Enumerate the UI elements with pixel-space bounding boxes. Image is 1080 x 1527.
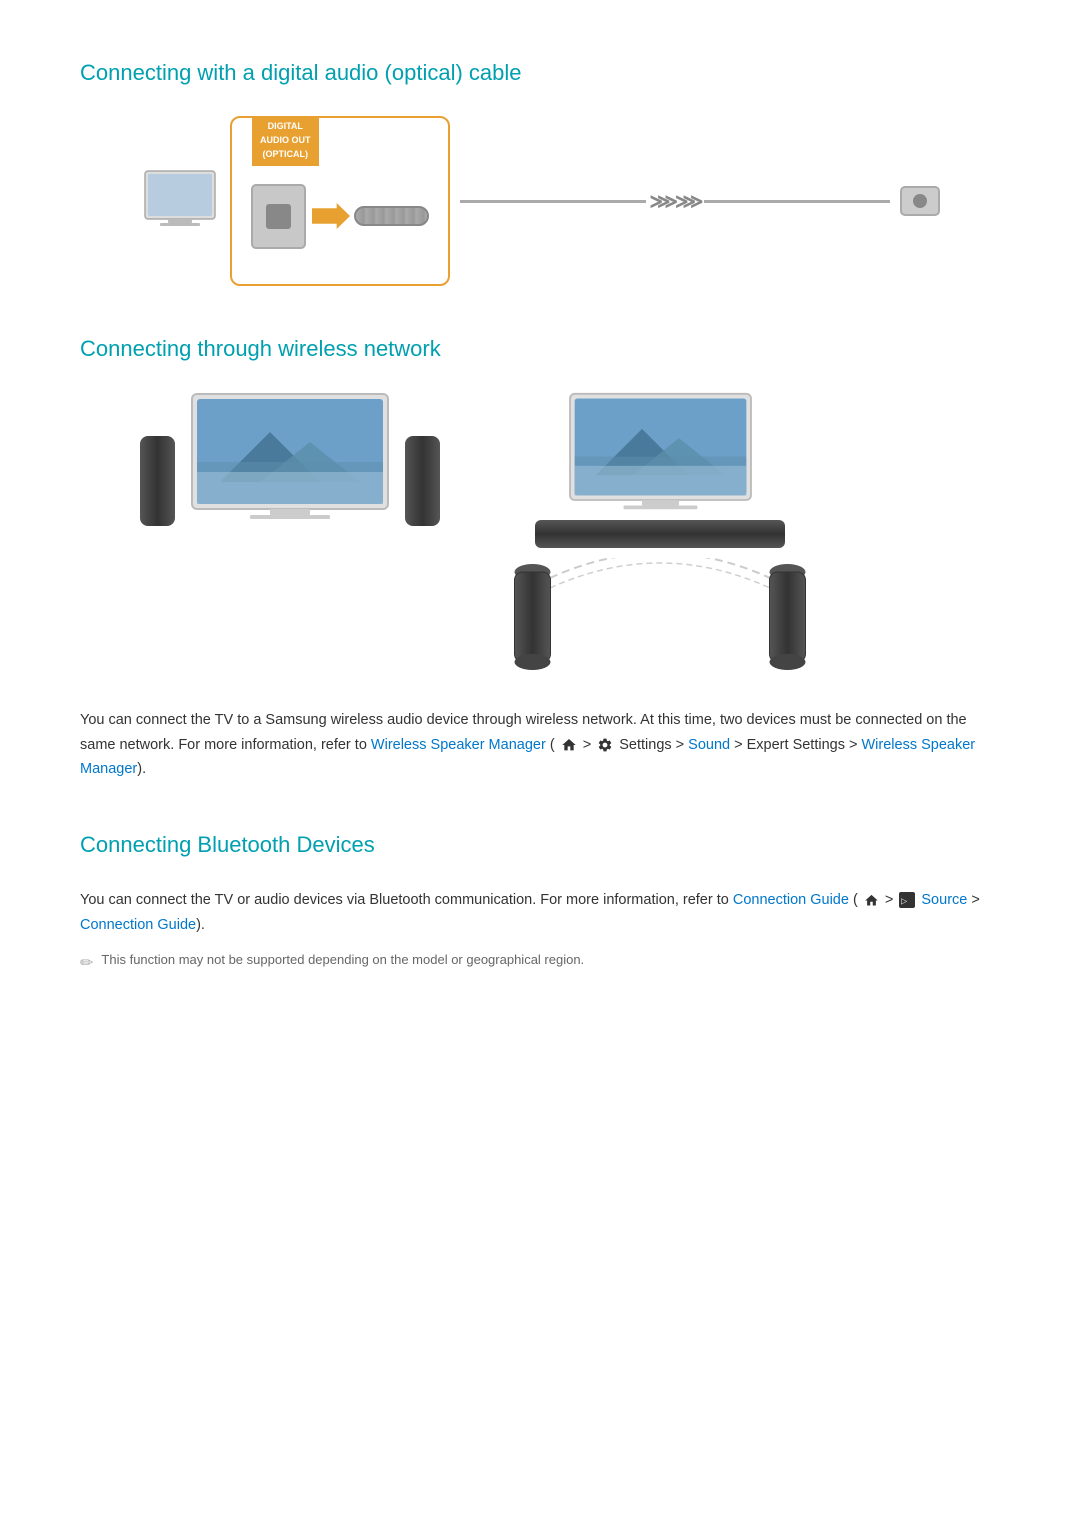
svg-text:▷: ▷	[901, 896, 908, 905]
connection-guide-link1[interactable]: Connection Guide	[733, 892, 849, 908]
optical-section: Connecting with a digital audio (optical…	[80, 60, 1000, 286]
right-rear-speaker	[765, 564, 810, 678]
gear-icon	[597, 737, 613, 753]
wireless-section: Connecting through wireless network	[80, 336, 1000, 782]
wireless-diagram	[140, 392, 1000, 678]
wireless-tv-left	[190, 392, 390, 526]
right-connector	[900, 186, 940, 216]
rear-speaker-svg-left	[510, 564, 555, 674]
optical-label: DIGITAL AUDIO OUT (OPTICAL)	[252, 116, 319, 166]
tv-svg-left	[190, 392, 390, 522]
bluetooth-section: Connecting Bluetooth Devices You can con…	[80, 832, 1000, 973]
bluetooth-body-text: You can connect the TV or audio devices …	[80, 888, 1000, 937]
home-icon-bt	[864, 893, 879, 908]
bluetooth-title: Connecting Bluetooth Devices	[80, 832, 1000, 858]
wireless-setup-left	[140, 392, 440, 526]
note: ✏ This function may not be supported dep…	[80, 952, 1000, 973]
pencil-icon: ✏	[80, 953, 93, 973]
left-rear-speaker	[510, 564, 555, 678]
optical-diagram: DIGITAL AUDIO OUT (OPTICAL) ⋙⋙	[140, 116, 940, 286]
sound-link[interactable]: Sound	[688, 737, 730, 753]
soundbar	[535, 520, 785, 548]
optical-title: Connecting with a digital audio (optical…	[80, 60, 1000, 86]
left-speaker	[140, 436, 175, 526]
right-speaker	[405, 436, 440, 526]
wireless-body-text: You can connect the TV to a Samsung wire…	[80, 708, 1000, 782]
optical-port-box: DIGITAL AUDIO OUT (OPTICAL)	[230, 116, 450, 286]
tv-svg-right	[568, 392, 753, 512]
wireless-title: Connecting through wireless network	[80, 336, 1000, 362]
rear-speaker-svg-right	[765, 564, 810, 674]
home-icon	[561, 737, 577, 753]
tv-icon	[140, 169, 220, 234]
source-link[interactable]: Source	[921, 892, 967, 908]
connection-guide-link2[interactable]: Connection Guide	[80, 917, 196, 933]
source-icon: ▷	[899, 892, 915, 908]
wireless-setup-right	[500, 392, 820, 678]
note-content: This function may not be supported depen…	[101, 952, 584, 967]
wireless-speaker-manager-link1[interactable]: Wireless Speaker Manager	[371, 737, 546, 753]
